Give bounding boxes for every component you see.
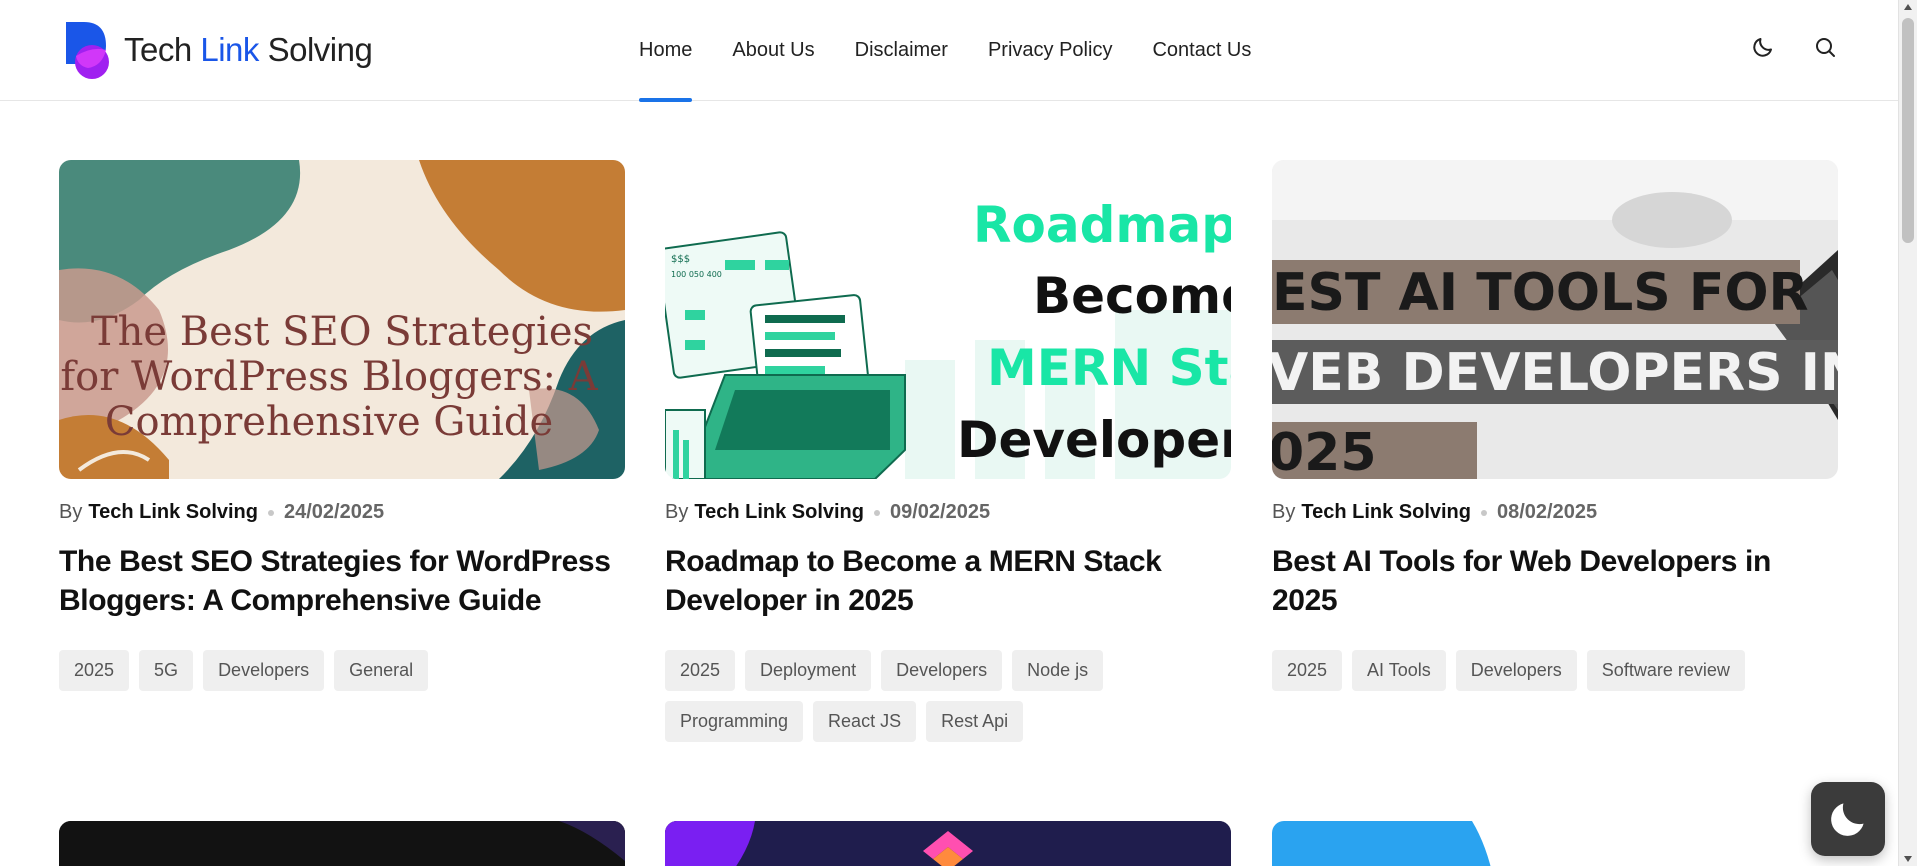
post-date: 08/02/2025: [1497, 501, 1598, 523]
post-thumbnail-partial[interactable]: [1272, 821, 1838, 866]
post-tags: 2025 Deployment Developers Node js Progr…: [665, 650, 1231, 742]
image-caption-line-3: MERN Sta: [987, 339, 1231, 397]
ai-tools-post-image: EST AI TOOLS FOR VEB DEVELOPERS IN 025: [1272, 160, 1838, 479]
moon-icon: [1831, 803, 1864, 836]
tag-chip[interactable]: 2025: [1272, 650, 1343, 691]
post-thumbnail[interactable]: $$$ 100 050 400 Roadmap t Become MERN St…: [665, 160, 1231, 479]
tag-chip[interactable]: Developers: [881, 650, 1003, 691]
post-tags: 2025 AI Tools Developers Software review: [1272, 650, 1838, 691]
logo-word-tech: Tech: [124, 31, 201, 68]
post-title[interactable]: Roadmap to Become a MERN Stack Developer…: [665, 542, 1231, 620]
nav-disclaimer[interactable]: Disclaimer: [855, 0, 948, 101]
post-author[interactable]: Tech Link Solving: [694, 501, 864, 524]
site-logo[interactable]: Tech Link Solving: [62, 20, 373, 80]
tag-chip[interactable]: Node js: [1012, 650, 1104, 691]
image-small-text-2: 100 050 400: [671, 270, 722, 279]
site-name: Tech Link Solving: [124, 31, 373, 69]
post-thumbnail[interactable]: The Best SEO Strategies for WordPress Bl…: [59, 160, 625, 479]
partial-image-blue: [1272, 821, 1838, 866]
nav-home[interactable]: Home: [639, 0, 693, 102]
image-caption-line-3: Comprehensive Guide: [105, 399, 553, 445]
post-thumbnail-partial[interactable]: [665, 821, 1231, 866]
post-by-label: By: [59, 501, 83, 523]
post-card: $$$ 100 050 400 Roadmap t Become MERN St…: [665, 160, 1231, 742]
tag-chip[interactable]: Rest Api: [926, 701, 1024, 742]
floating-dark-mode-button[interactable]: [1811, 782, 1885, 856]
meta-separator-dot: [874, 509, 880, 516]
site-header: Tech Link Solving Home About Us Disclaim…: [0, 0, 1898, 102]
logo-word-link: Link: [200, 31, 259, 68]
post-thumbnail[interactable]: EST AI TOOLS FOR VEB DEVELOPERS IN 025: [1272, 160, 1838, 479]
image-caption-line-2: for WordPress Bloggers: A: [60, 354, 598, 400]
tag-chip[interactable]: Programming: [665, 701, 804, 742]
mern-post-image: $$$ 100 050 400 Roadmap t Become MERN St…: [665, 160, 1231, 479]
post-thumbnail-partial[interactable]: [59, 821, 625, 866]
post-title[interactable]: The Best SEO Strategies for WordPress Bl…: [59, 542, 625, 620]
page-scrollbar[interactable]: [1898, 0, 1917, 866]
image-caption-line-2: VEB DEVELOPERS IN: [1272, 343, 1838, 403]
seo-post-image: The Best SEO Strategies for WordPress Bl…: [59, 160, 625, 479]
tag-chip[interactable]: Deployment: [745, 650, 872, 691]
post-card: EST AI TOOLS FOR VEB DEVELOPERS IN 025 B…: [1272, 160, 1838, 691]
post-tags: 2025 5G Developers General: [59, 650, 625, 691]
meta-separator-dot: [1481, 509, 1487, 516]
tag-chip[interactable]: React JS: [813, 701, 917, 742]
post-date: 24/02/2025: [284, 501, 385, 523]
logo-mark-icon: [66, 22, 109, 79]
post-title[interactable]: Best AI Tools for Web Developers in 2025: [1272, 542, 1838, 620]
partial-image-purple: [665, 821, 1231, 866]
tag-chip[interactable]: Developers: [1455, 650, 1577, 691]
post-meta: By Tech Link Solving 08/02/2025: [1272, 501, 1838, 524]
scroll-up-arrow-icon[interactable]: [1904, 4, 1912, 10]
image-caption-line-1: Roadmap t: [973, 196, 1231, 254]
post-meta: By Tech Link Solving 24/02/2025: [59, 501, 625, 524]
meta-separator-dot: [268, 509, 274, 516]
nav-contact-us[interactable]: Contact Us: [1152, 0, 1251, 101]
moon-icon: [1753, 38, 1772, 57]
post-card: The Best SEO Strategies for WordPress Bl…: [59, 160, 625, 691]
post-by-label: By: [665, 501, 689, 523]
image-caption-line-1: EST AI TOOLS FOR: [1272, 263, 1809, 323]
image-caption-line-1: The Best SEO Strategies: [91, 309, 593, 355]
main-nav: Home About Us Disclaimer Privacy Policy …: [639, 0, 1251, 102]
tag-chip[interactable]: 2025: [665, 650, 736, 691]
image-caption-line-2: Become: [1033, 267, 1231, 325]
nav-privacy-policy[interactable]: Privacy Policy: [988, 0, 1112, 101]
partial-image-dark: [59, 821, 625, 866]
image-caption-line-4: Developer: [957, 411, 1231, 469]
tag-chip[interactable]: 2025: [59, 650, 130, 691]
dark-mode-toggle[interactable]: [1750, 34, 1776, 60]
scrollbar-thumb[interactable]: [1902, 18, 1914, 243]
image-caption-line-3: 025: [1272, 423, 1377, 479]
tag-chip[interactable]: General: [334, 650, 429, 691]
post-author[interactable]: Tech Link Solving: [88, 501, 258, 524]
tag-chip[interactable]: 5G: [139, 650, 194, 691]
post-author[interactable]: Tech Link Solving: [1301, 501, 1471, 524]
image-small-text-1: $$$: [671, 254, 690, 265]
nav-about-us[interactable]: About Us: [732, 0, 814, 101]
tag-chip[interactable]: AI Tools: [1352, 650, 1446, 691]
scroll-down-arrow-icon[interactable]: [1904, 856, 1912, 862]
logo-word-solving: Solving: [258, 31, 373, 68]
post-date: 09/02/2025: [890, 501, 991, 523]
post-meta: By Tech Link Solving 09/02/2025: [665, 501, 1231, 524]
search-icon: [1816, 38, 1835, 57]
post-by-label: By: [1272, 501, 1296, 523]
tag-chip[interactable]: Software review: [1586, 650, 1745, 691]
search-button[interactable]: [1812, 34, 1838, 60]
tag-chip[interactable]: Developers: [203, 650, 325, 691]
header-actions: [1750, 34, 1838, 60]
